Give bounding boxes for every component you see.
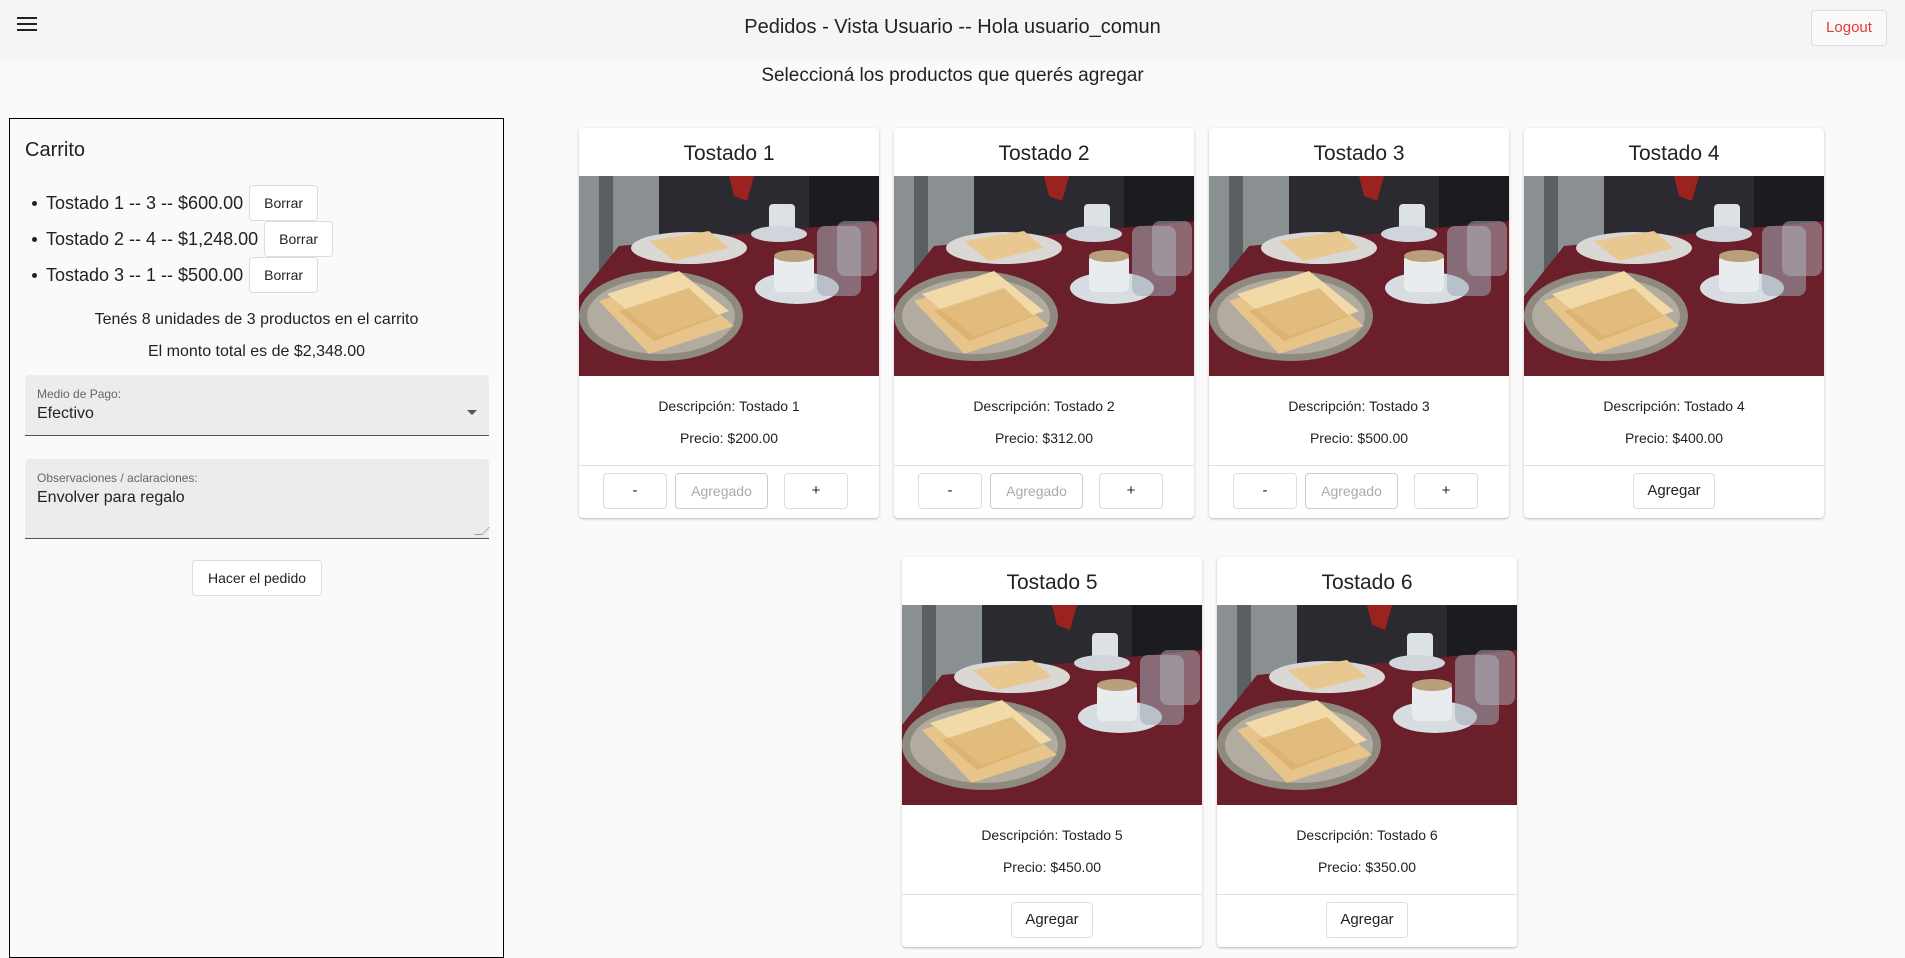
top-app-bar: Pedidos - Vista Usuario -- Hola usuario_…	[0, 0, 1905, 60]
product-price: Precio: $350.00	[1317, 859, 1417, 875]
decrease-quantity-button[interactable]: -	[1233, 473, 1297, 509]
cart-item-text: Tostado 1 -- 3 -- $600.00	[46, 192, 244, 213]
product-image	[902, 605, 1202, 805]
cart-item: Tostado 1 -- 3 -- $600.00 Borrar	[31, 185, 333, 221]
delete-cart-item-button[interactable]: Borrar	[264, 221, 334, 257]
add-to-cart-button[interactable]: Agregar	[1326, 902, 1408, 938]
resize-handle-icon[interactable]	[474, 527, 490, 535]
delete-cart-item-button[interactable]: Borrar	[249, 185, 319, 221]
card-divider	[1209, 465, 1509, 466]
page-title: Pedidos - Vista Usuario -- Hola usuario_…	[744, 16, 1161, 38]
notes-label: Observaciones / aclaraciones:	[37, 471, 198, 485]
added-quantity-field[interactable]: Agregado	[1305, 473, 1398, 509]
payment-method-value: Efectivo	[37, 405, 94, 422]
product-card: Tostado 3 Descripción: Tostado 3 Precio:…	[1209, 128, 1509, 518]
increase-quantity-button[interactable]: +	[1099, 473, 1163, 509]
decrease-quantity-button[interactable]: -	[918, 473, 982, 509]
notes-textarea[interactable]: Observaciones / aclaraciones: Envolver p…	[25, 459, 490, 539]
product-name: Tostado 5	[1006, 571, 1098, 594]
added-quantity-field[interactable]: Agregado	[990, 473, 1083, 509]
product-price: Precio: $200.00	[679, 430, 779, 446]
product-price: Precio: $312.00	[994, 430, 1094, 446]
product-card: Tostado 1 Descripción: Tostado 1 Precio:…	[579, 128, 879, 518]
increase-quantity-button[interactable]: +	[1414, 473, 1478, 509]
add-to-cart-button[interactable]: Agregar	[1011, 902, 1093, 938]
product-image	[1217, 605, 1517, 805]
payment-method-select[interactable]: Medio de Pago: Efectivo	[25, 375, 489, 436]
product-name: Tostado 2	[998, 142, 1090, 165]
card-divider	[902, 894, 1202, 895]
product-card: Tostado 2 Descripción: Tostado 2 Precio:…	[894, 128, 1194, 518]
product-image	[579, 176, 879, 376]
card-divider	[894, 465, 1194, 466]
added-quantity-field[interactable]: Agregado	[675, 473, 768, 509]
notes-value: Envolver para regalo	[37, 489, 185, 506]
product-image	[894, 176, 1194, 376]
product-price: Precio: $450.00	[1002, 859, 1102, 875]
cart-units-summary: Tenés 8 unidades de 3 productos en el ca…	[94, 311, 419, 328]
decrease-quantity-button[interactable]: -	[603, 473, 667, 509]
cart-item-text: Tostado 2 -- 4 -- $1,248.00	[46, 228, 259, 249]
product-card: Tostado 5 Descripción: Tostado 5 Precio:…	[902, 557, 1202, 947]
card-divider	[1524, 465, 1824, 466]
payment-method-label: Medio de Pago:	[37, 387, 122, 401]
product-name: Tostado 4	[1628, 142, 1720, 165]
cart-items-list: Tostado 1 -- 3 -- $600.00 Borrar Tostado…	[31, 185, 334, 293]
card-divider	[1217, 894, 1517, 895]
product-image	[1524, 176, 1824, 376]
product-description: Descripción: Tostado 2	[973, 398, 1115, 414]
product-price: Precio: $500.00	[1309, 430, 1409, 446]
product-card: Tostado 6 Descripción: Tostado 6 Precio:…	[1217, 557, 1517, 947]
product-image	[1209, 176, 1509, 376]
cart-title: Carrito	[25, 139, 86, 161]
product-description: Descripción: Tostado 3	[1288, 398, 1430, 414]
product-description: Descripción: Tostado 5	[981, 827, 1123, 843]
product-name: Tostado 3	[1313, 142, 1405, 165]
cart-item: Tostado 3 -- 1 -- $500.00 Borrar	[31, 257, 333, 293]
products-heading: Seleccioná los productos que querés agre…	[761, 65, 1144, 86]
product-name: Tostado 1	[683, 142, 775, 165]
product-description: Descripción: Tostado 1	[658, 398, 800, 414]
cart-item-text: Tostado 3 -- 1 -- $500.00	[46, 264, 244, 285]
product-price: Precio: $400.00	[1624, 430, 1724, 446]
product-card: Tostado 4 Descripción: Tostado 4 Precio:…	[1524, 128, 1824, 518]
cart-panel: Carrito Tostado 1 -- 3 -- $600.00 Borrar…	[9, 118, 504, 958]
add-to-cart-button[interactable]: Agregar	[1633, 473, 1715, 509]
cart-total-summary: El monto total es de $2,348.00	[147, 343, 366, 360]
product-description: Descripción: Tostado 6	[1296, 827, 1438, 843]
dropdown-arrow-icon	[467, 410, 477, 415]
delete-cart-item-button[interactable]: Borrar	[249, 257, 319, 293]
cart-item: Tostado 2 -- 4 -- $1,248.00 Borrar	[31, 221, 334, 257]
product-name: Tostado 6	[1321, 571, 1413, 594]
logout-button[interactable]: Logout	[1811, 10, 1887, 46]
increase-quantity-button[interactable]: +	[784, 473, 848, 509]
place-order-button[interactable]: Hacer el pedido	[192, 560, 322, 596]
product-description: Descripción: Tostado 4	[1603, 398, 1745, 414]
card-divider	[579, 465, 879, 466]
